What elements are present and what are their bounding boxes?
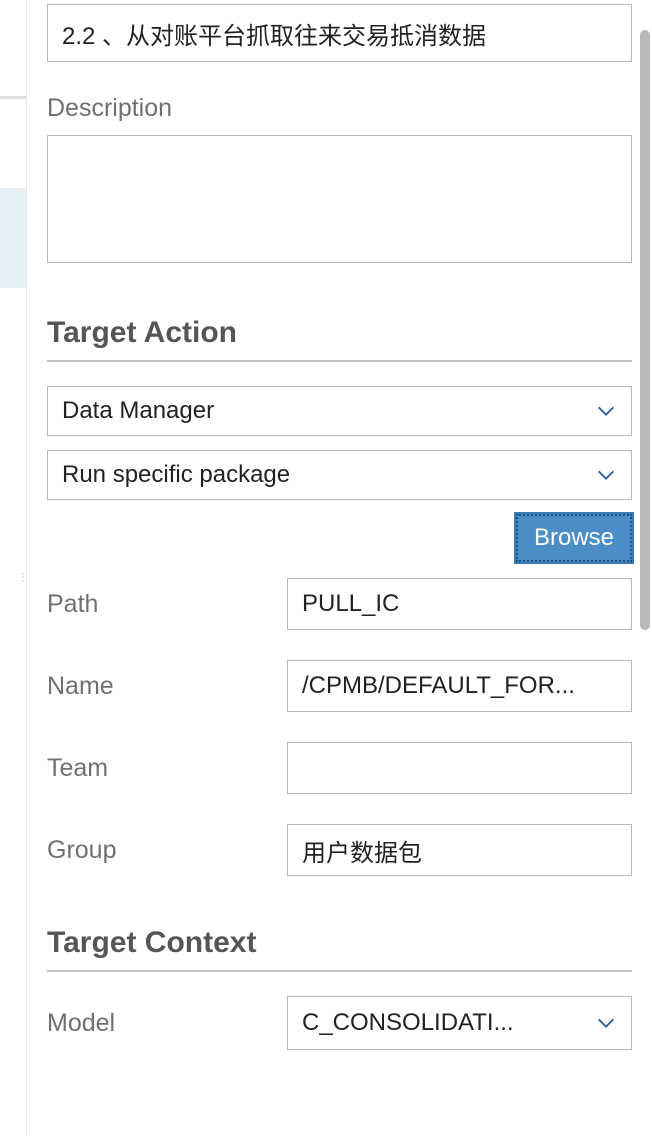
group-row: Group 用户数据包 bbox=[47, 824, 632, 876]
description-label: Description bbox=[47, 94, 632, 123]
team-value[interactable] bbox=[287, 742, 632, 794]
action-type-select[interactable]: Data Manager bbox=[47, 386, 632, 436]
vertical-scrollbar[interactable] bbox=[640, 30, 650, 630]
name-value[interactable]: /CPMB/DEFAULT_FOR... bbox=[287, 660, 632, 712]
app-root: ⋮⋮ Description Target Action Data Manage… bbox=[0, 0, 652, 1136]
name-row: Name /CPMB/DEFAULT_FOR... bbox=[47, 660, 632, 712]
browse-button[interactable]: Browse bbox=[516, 514, 632, 562]
action-subtype-select[interactable]: Run specific package bbox=[47, 450, 632, 500]
properties-panel: Description Target Action Data Manager R… bbox=[26, 0, 652, 1136]
chevron-down-icon bbox=[595, 1012, 617, 1034]
action-type-value: Data Manager bbox=[62, 397, 595, 425]
path-row: Path PULL_IC bbox=[47, 578, 632, 630]
model-row: Model C_CONSOLIDATI... bbox=[47, 996, 632, 1050]
name-label: Name bbox=[47, 672, 287, 701]
team-row: Team bbox=[47, 742, 632, 794]
description-textarea[interactable] bbox=[47, 135, 632, 263]
splitter-grip-icon[interactable]: ⋮⋮ bbox=[18, 576, 26, 592]
browse-row: Browse bbox=[47, 514, 632, 562]
model-value: C_CONSOLIDATI... bbox=[302, 1009, 595, 1037]
group-label: Group bbox=[47, 836, 287, 865]
sidebar-active-indicator bbox=[0, 188, 26, 288]
title-input[interactable] bbox=[47, 4, 632, 62]
chevron-down-icon bbox=[595, 464, 617, 486]
model-select[interactable]: C_CONSOLIDATI... bbox=[287, 996, 632, 1050]
chevron-down-icon bbox=[595, 400, 617, 422]
sidebar-rail: ⋮⋮ bbox=[0, 0, 26, 1136]
target-context-heading: Target Context bbox=[47, 926, 632, 972]
path-label: Path bbox=[47, 590, 287, 619]
team-label: Team bbox=[47, 754, 287, 783]
sidebar-separator bbox=[0, 96, 26, 99]
model-label: Model bbox=[47, 1009, 287, 1038]
group-value[interactable]: 用户数据包 bbox=[287, 824, 632, 876]
path-value[interactable]: PULL_IC bbox=[287, 578, 632, 630]
action-subtype-value: Run specific package bbox=[62, 461, 595, 489]
target-action-heading: Target Action bbox=[47, 316, 632, 362]
